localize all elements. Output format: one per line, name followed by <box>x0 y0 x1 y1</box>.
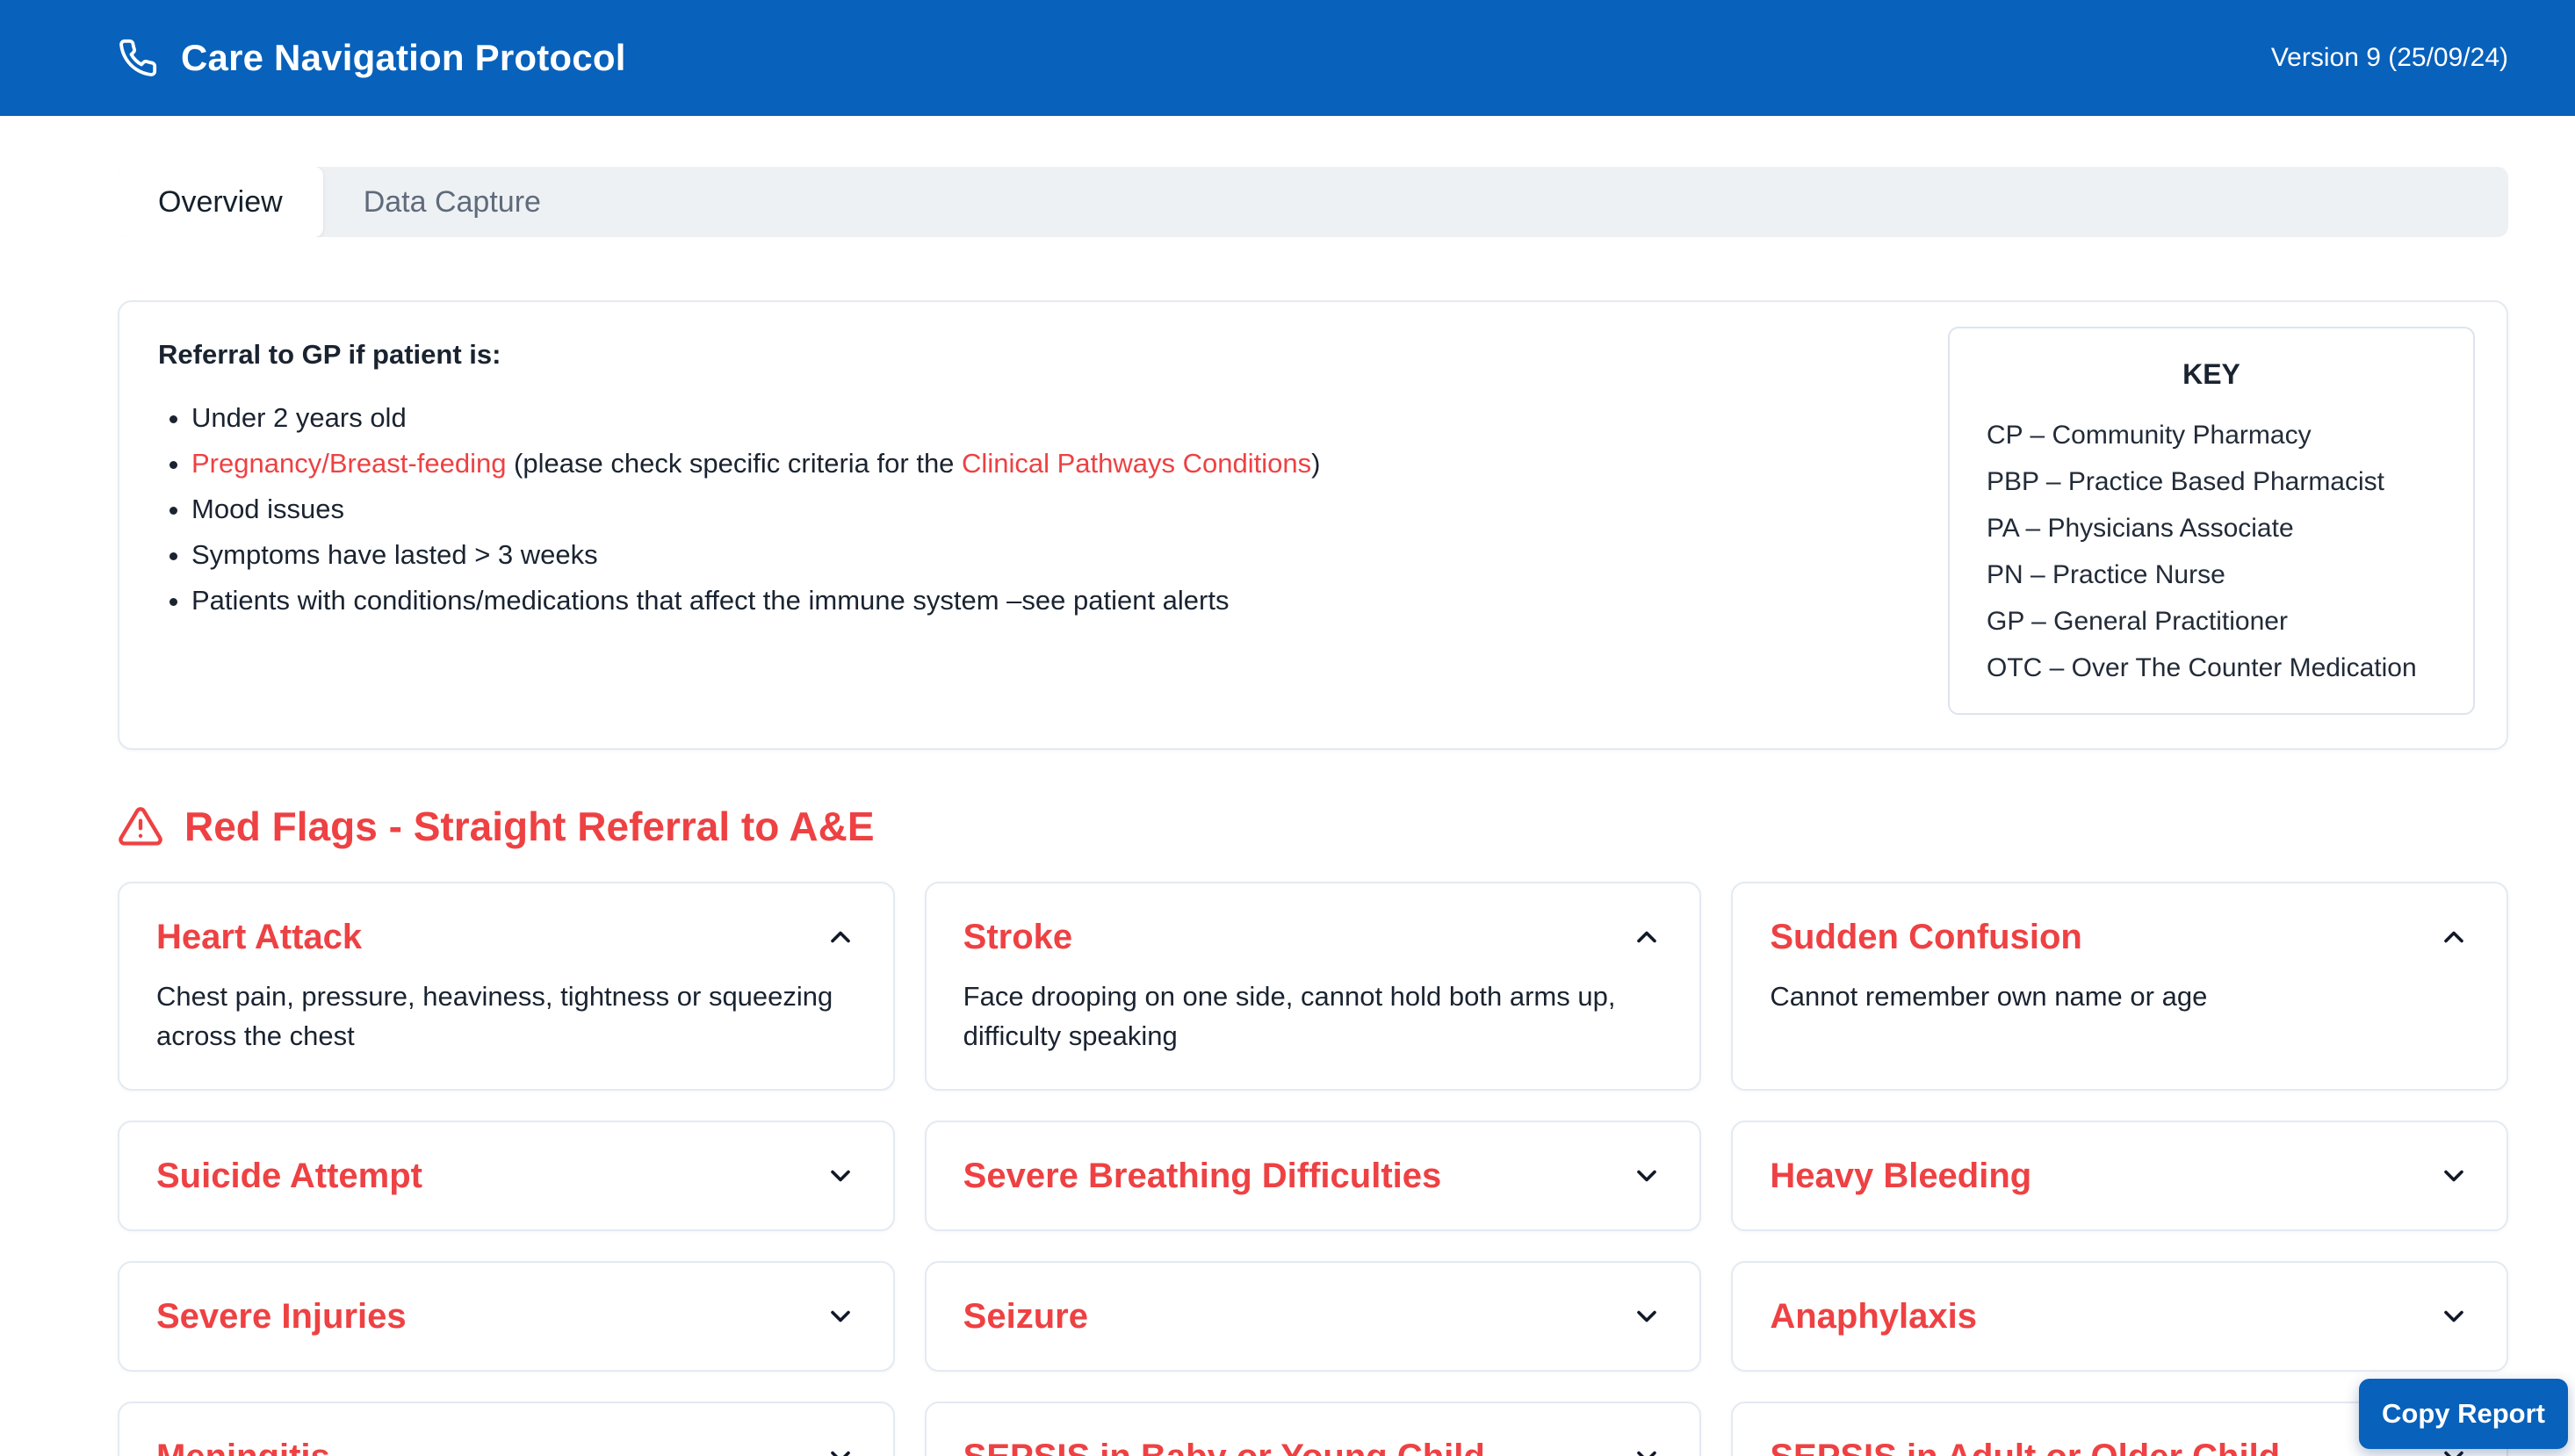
accordion-toggle[interactable]: Heart Attack <box>156 917 856 957</box>
accordion-toggle[interactable]: Suicide Attempt <box>156 1156 856 1196</box>
page-title: Care Navigation Protocol <box>181 37 626 79</box>
referral-criteria-panel: Referral to GP if patient is: Under 2 ye… <box>118 300 2508 750</box>
red-flag-card-seizure: Seizure <box>925 1261 1702 1372</box>
accordion-toggle[interactable]: SEPSIS in Baby or Young Child <box>963 1437 1663 1456</box>
tab-bar: Overview Data Capture <box>118 167 2508 237</box>
referral-item-text: Patients with conditions/medications tha… <box>191 585 1229 616</box>
accordion-toggle[interactable]: Severe Breathing Difficulties <box>963 1156 1663 1196</box>
clinical-pathways-link[interactable]: Clinical Pathways Conditions <box>962 448 1311 479</box>
key-list: CP – Community Pharmacy PBP – Practice B… <box>1987 412 2436 691</box>
referral-item: Mood issues <box>191 487 1827 532</box>
red-flag-card-meningitis: Meningitis <box>118 1402 895 1456</box>
tab-data-capture[interactable]: Data Capture <box>323 167 581 237</box>
referral-item-text: Symptoms have lasted > 3 weeks <box>191 539 598 570</box>
accordion-toggle[interactable]: Anaphylaxis <box>1770 1296 2470 1337</box>
red-flag-card-severe-breathing: Severe Breathing Difficulties <box>925 1121 1702 1231</box>
red-flag-card-description: Chest pain, pressure, heaviness, tightne… <box>156 977 856 1056</box>
accordion-toggle[interactable]: Meningitis <box>156 1437 856 1456</box>
key-item: PA – Physicians Associate <box>1987 505 2436 551</box>
abbreviation-key-panel: KEY CP – Community Pharmacy PBP – Practi… <box>1948 327 2475 715</box>
red-flag-card-stroke: Stroke Face drooping on one side, cannot… <box>925 882 1702 1091</box>
chevron-up-icon <box>2438 921 2470 953</box>
red-flags-heading: Red Flags - Straight Referral to A&E <box>118 803 2508 850</box>
accordion-toggle[interactable]: Severe Injuries <box>156 1296 856 1337</box>
chevron-down-icon <box>1631 1160 1663 1192</box>
red-flag-card-suicide-attempt: Suicide Attempt <box>118 1121 895 1231</box>
chevron-down-icon <box>1631 1301 1663 1332</box>
key-title: KEY <box>1987 358 2436 391</box>
referral-item-text: Mood issues <box>191 494 344 524</box>
red-flag-card-title: Stroke <box>963 917 1073 957</box>
chevron-down-icon <box>825 1301 856 1332</box>
red-flags-grid: Heart Attack Chest pain, pressure, heavi… <box>118 882 2508 1456</box>
red-flag-card-description: Face drooping on one side, cannot hold b… <box>963 977 1663 1056</box>
red-flag-card-heart-attack: Heart Attack Chest pain, pressure, heavi… <box>118 882 895 1091</box>
red-flag-card-title: SEPSIS in Adult or Older Child <box>1770 1437 2280 1456</box>
phone-icon <box>118 38 158 78</box>
referral-item-text: ) <box>1311 448 1320 479</box>
red-flag-card-anaphylaxis: Anaphylaxis <box>1731 1261 2508 1372</box>
red-flag-card-heavy-bleeding: Heavy Bleeding <box>1731 1121 2508 1231</box>
chevron-down-icon <box>1631 1441 1663 1456</box>
alert-triangle-icon <box>118 804 163 849</box>
key-item: GP – General Practitioner <box>1987 598 2436 645</box>
key-item: PN – Practice Nurse <box>1987 551 2436 598</box>
red-flag-card-title: Sudden Confusion <box>1770 917 2082 957</box>
chevron-down-icon <box>825 1441 856 1456</box>
accordion-toggle[interactable]: Seizure <box>963 1296 1663 1337</box>
version-label: Version 9 (25/09/24) <box>2271 43 2508 73</box>
red-flag-card-title: Severe Breathing Difficulties <box>963 1156 1442 1196</box>
referral-item: Under 2 years old <box>191 395 1827 441</box>
red-flag-card-severe-injuries: Severe Injuries <box>118 1261 895 1372</box>
red-flag-card-title: Severe Injuries <box>156 1296 407 1337</box>
red-flag-card-title: SEPSIS in Baby or Young Child <box>963 1437 1485 1456</box>
app-header: Care Navigation Protocol Version 9 (25/0… <box>0 0 2575 116</box>
chevron-up-icon <box>1631 921 1663 953</box>
chevron-down-icon <box>2438 1160 2470 1192</box>
key-item: OTC – Over The Counter Medication <box>1987 645 2436 691</box>
accordion-toggle[interactable]: Heavy Bleeding <box>1770 1156 2470 1196</box>
red-flag-card-title: Meningitis <box>156 1437 330 1456</box>
red-flag-card-title: Seizure <box>963 1296 1088 1337</box>
referral-item: Pregnancy/Breast-feeding (please check s… <box>191 441 1827 487</box>
red-flag-card-title: Anaphylaxis <box>1770 1296 1977 1337</box>
red-flags-heading-text: Red Flags - Straight Referral to A&E <box>184 803 875 850</box>
copy-report-button[interactable]: Copy Report <box>2359 1379 2568 1449</box>
referral-list: Under 2 years old Pregnancy/Breast-feedi… <box>158 395 1827 623</box>
red-flag-card-sudden-confusion: Sudden Confusion Cannot remember own nam… <box>1731 882 2508 1091</box>
red-flag-card-title: Heart Attack <box>156 917 362 957</box>
chevron-up-icon <box>825 921 856 953</box>
referral-item: Patients with conditions/medications tha… <box>191 578 1827 623</box>
accordion-toggle[interactable]: Sudden Confusion <box>1770 917 2470 957</box>
key-item: PBP – Practice Based Pharmacist <box>1987 458 2436 505</box>
referral-item-text: (please check specific criteria for the <box>506 448 962 479</box>
tab-overview[interactable]: Overview <box>118 167 323 237</box>
chevron-down-icon <box>2438 1301 2470 1332</box>
red-flag-card-sepsis-baby: SEPSIS in Baby or Young Child <box>925 1402 1702 1456</box>
accordion-toggle[interactable]: Stroke <box>963 917 1663 957</box>
pregnancy-emphasis-text: Pregnancy/Breast-feeding <box>191 448 506 479</box>
referral-item: Symptoms have lasted > 3 weeks <box>191 532 1827 578</box>
key-item: CP – Community Pharmacy <box>1987 412 2436 458</box>
referral-item-text: Under 2 years old <box>191 402 407 433</box>
red-flag-card-title: Heavy Bleeding <box>1770 1156 2031 1196</box>
chevron-down-icon <box>825 1160 856 1192</box>
red-flag-card-description: Cannot remember own name or age <box>1770 977 2470 1016</box>
red-flag-card-title: Suicide Attempt <box>156 1156 422 1196</box>
